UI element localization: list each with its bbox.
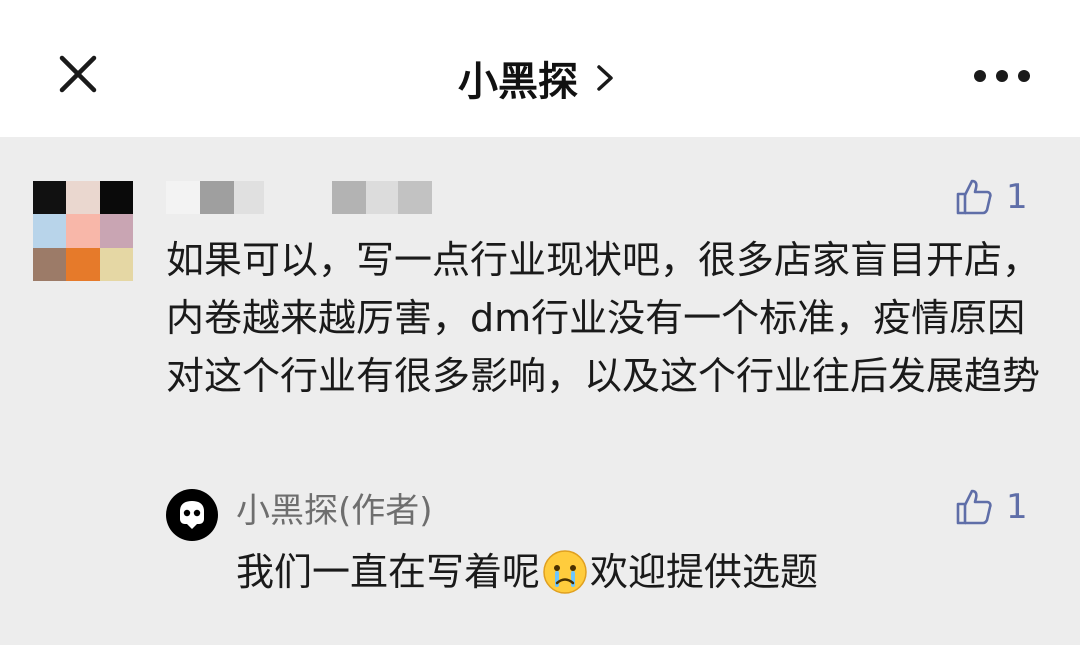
avatar[interactable] <box>33 181 133 281</box>
reply-like-count: 1 <box>1006 487 1028 527</box>
page-title[interactable]: 小黑探 <box>0 52 1080 105</box>
author-avatar[interactable] <box>166 489 218 541</box>
reply-author[interactable]: 小黑探(作者) <box>236 491 433 531</box>
thumbs-up-icon <box>956 179 992 215</box>
reply-text-after: 欢迎提供选题 <box>590 550 819 594</box>
crying-face-emoji-icon <box>543 550 587 594</box>
reply-text-before: 我们一直在写着呢 <box>236 550 541 594</box>
comment-text: 如果可以，写一点行业现状吧，很多店家盲目开店，内卷越来越厉害，dm行业没有一个标… <box>166 238 1041 398</box>
avatar-pixel <box>66 181 100 215</box>
comment-list: 1 如果可以，写一点行业现状吧，很多店家盲目开店，内卷越来越厉害，dm行业没有一… <box>0 137 1080 645</box>
top-bar: 小黑探 <box>0 0 1080 137</box>
comment-like-button[interactable]: 1 <box>954 177 1028 217</box>
author-reply: 小黑探(作者) 1 我们一直在写着呢 欢迎提供选题 <box>166 477 1046 607</box>
chevron-right-icon <box>597 65 613 91</box>
reply-like-button[interactable]: 1 <box>954 487 1028 527</box>
avatar-pixel <box>99 247 133 281</box>
avatar-pixel <box>33 181 67 215</box>
avatar-pixel <box>66 214 100 248</box>
avatar-pixel <box>99 181 133 215</box>
commenter-name[interactable] <box>166 181 436 217</box>
more-horizontal-icon[interactable] <box>972 64 1032 88</box>
avatar-pixel <box>33 214 67 248</box>
avatar-pixel <box>66 247 100 281</box>
avatar-pixel <box>33 247 67 281</box>
thumbs-up-icon <box>956 489 992 525</box>
comment-like-count: 1 <box>1006 177 1028 217</box>
avatar-pixel <box>99 214 133 248</box>
reply-text: 我们一直在写着呢 欢迎提供选题 <box>236 543 818 601</box>
page-title-text: 小黑探 <box>458 59 578 105</box>
